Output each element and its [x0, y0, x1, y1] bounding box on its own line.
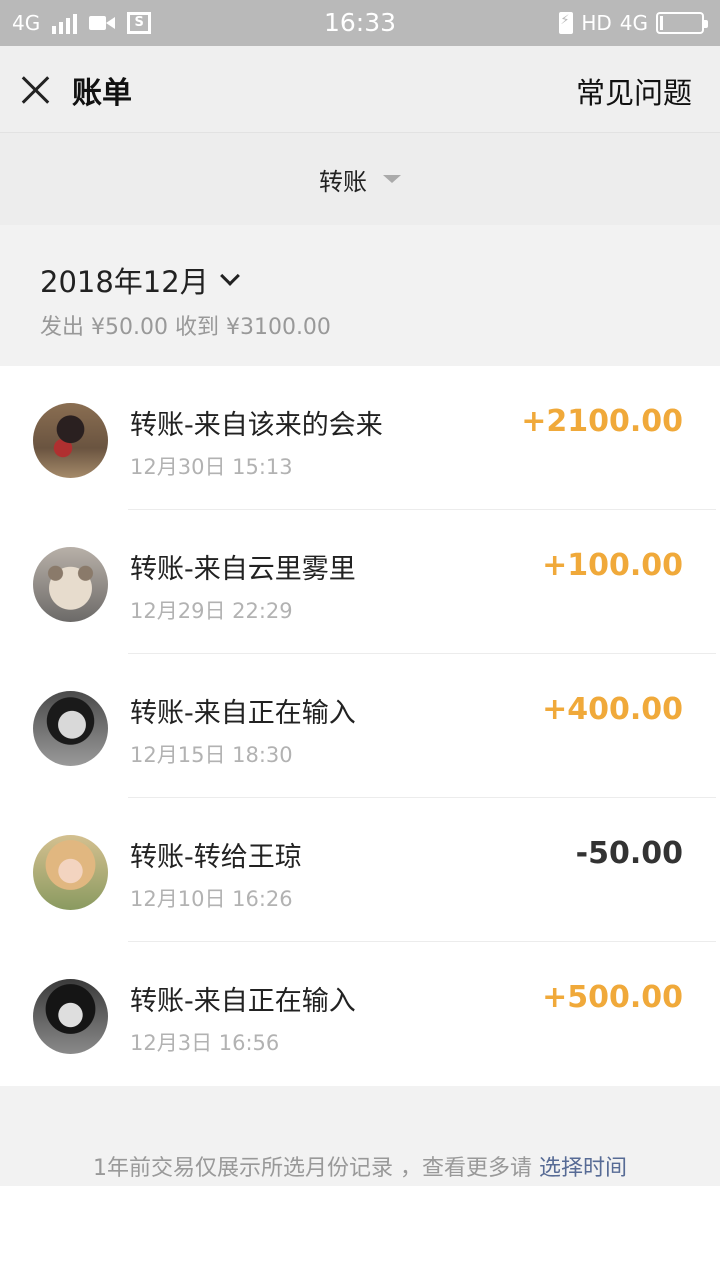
- chevron-down-icon: [219, 266, 240, 286]
- battery-icon: [656, 12, 708, 34]
- transaction-row[interactable]: 转账-来自正在输入 12月15日 18:30 +400.00: [0, 654, 720, 798]
- transaction-list: 转账-来自该来的会来 12月30日 15:13 +2100.00 转账-来自云里…: [0, 366, 720, 1086]
- transaction-date: 12月3日 16:56: [130, 1031, 280, 1055]
- status-right: HD 4G: [559, 8, 708, 38]
- avatar: [33, 979, 108, 1054]
- transaction-date: 12月15日 18:30: [130, 743, 293, 767]
- month-section: 2018年12月 发出 ¥50.00 收到 ¥3100.00: [0, 225, 720, 366]
- transaction-row[interactable]: 转账-来自该来的会来 12月30日 15:13 +2100.00: [0, 366, 720, 510]
- month-label: 2018年12月: [40, 265, 209, 299]
- month-selector[interactable]: 2018年12月: [40, 259, 240, 301]
- transaction-title: 转账-来自正在输入: [130, 698, 356, 729]
- status-bar: 4G S 16:33 HD 4G: [0, 0, 720, 46]
- transaction-amount: +100.00: [542, 548, 683, 583]
- transaction-title: 转账-来自该来的会来: [130, 410, 383, 441]
- footer: 1年前交易仅展示所选月份记录 ，查看更多请 选择时间: [0, 1086, 720, 1186]
- filter-dropdown[interactable]: 转账: [0, 133, 720, 225]
- hd-label: HD: [581, 11, 612, 35]
- avatar: [33, 403, 108, 478]
- network-right: 4G: [619, 11, 648, 35]
- page-title: 账单: [72, 76, 132, 111]
- transaction-date: 12月30日 15:13: [130, 455, 293, 479]
- nav-bar: 账单 常见问题: [0, 46, 720, 133]
- transaction-title: 转账-转给王琼: [130, 842, 302, 873]
- transaction-amount: +500.00: [542, 980, 683, 1015]
- transaction-amount: +2100.00: [521, 404, 683, 439]
- flash-icon: [559, 12, 574, 34]
- transaction-amount: -50.00: [575, 836, 683, 871]
- filter-label: 转账: [319, 167, 367, 196]
- footer-note-text: 1年前交易仅展示所选月份记录 ，查看更多请: [92, 1156, 539, 1181]
- transaction-row[interactable]: 转账-来自正在输入 12月3日 16:56 +500.00: [0, 942, 720, 1086]
- avatar: [33, 835, 108, 910]
- avatar: [33, 547, 108, 622]
- avatar: [33, 691, 108, 766]
- faq-button[interactable]: 常见问题: [576, 70, 692, 112]
- transaction-row[interactable]: 转账-来自云里雾里 12月29日 22:29 +100.00: [0, 510, 720, 654]
- transaction-title: 转账-来自云里雾里: [130, 554, 356, 585]
- close-icon[interactable]: [20, 74, 52, 106]
- caret-down-icon: [383, 175, 401, 183]
- select-time-link[interactable]: 选择时间: [539, 1156, 627, 1181]
- transaction-date: 12月29日 22:29: [130, 599, 293, 623]
- transaction-title: 转账-来自正在输入: [130, 986, 356, 1017]
- footer-note: 1年前交易仅展示所选月份记录 ，查看更多请 选择时间: [0, 1150, 720, 1182]
- transaction-row[interactable]: 转账-转给王琼 12月10日 16:26 -50.00: [0, 798, 720, 942]
- transaction-amount: +400.00: [542, 692, 683, 727]
- bottom-area: [0, 1186, 720, 1280]
- month-summary: 发出 ¥50.00 收到 ¥3100.00: [40, 315, 331, 340]
- transaction-date: 12月10日 16:26: [130, 887, 293, 911]
